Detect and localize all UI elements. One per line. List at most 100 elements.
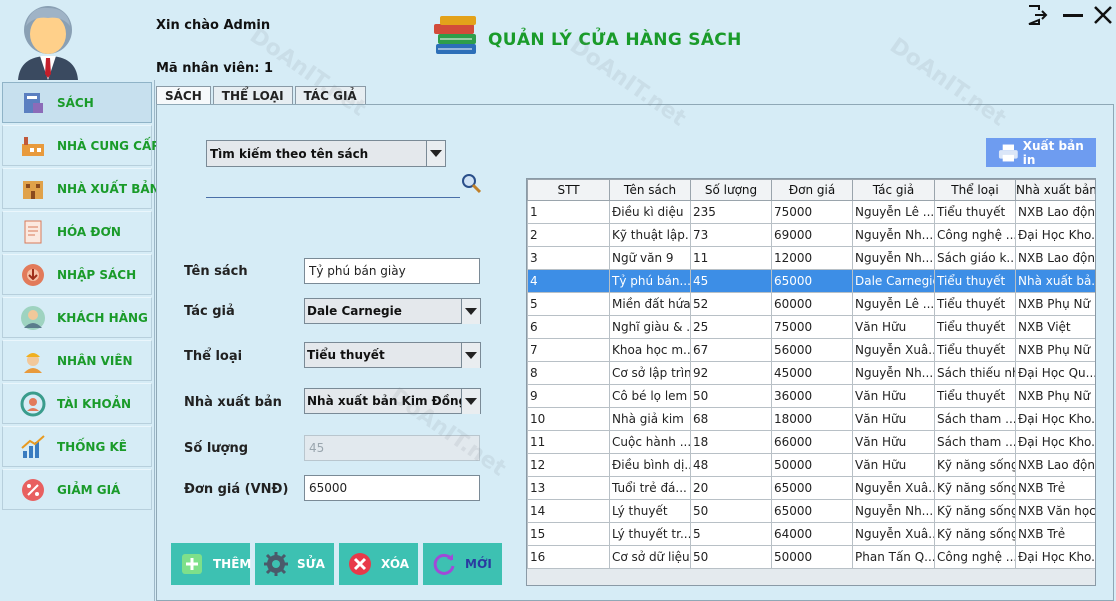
table-row[interactable]: 7 Khoa học m... 67 56000 Nguyễn Xuâ... Tiểu t…	[527, 338, 1095, 362]
table-row[interactable]: 8Cơ sở lập trình9245000Nguyễn Nh...Sách …	[527, 361, 1095, 385]
column-header[interactable]: Nhà xuất bản	[1015, 179, 1095, 201]
tab-books[interactable]: SÁCH	[156, 86, 211, 104]
table-cell: NXB Trẻ	[1015, 522, 1095, 546]
close-icon[interactable]	[1092, 4, 1114, 26]
sidebar-item-label: SÁCH	[57, 95, 94, 110]
minimize-icon[interactable]	[1062, 4, 1084, 26]
table-cell: NXB Phụ Nữ	[1015, 292, 1095, 316]
table-row[interactable]: 3 Ngữ văn 9 11 12000 Nguyễn Nh... Sách giáo k…	[527, 246, 1095, 270]
table-row[interactable]: 15 Lý thuyết tr... 5 64000 Nguyễn Xuâ... Kỹ n…	[527, 522, 1095, 546]
admin-avatar-icon	[18, 6, 78, 80]
table-row[interactable]: 11 Cuộc hành ... 18 66000 Văn Hữu Sách tham .…	[527, 430, 1095, 454]
table-row[interactable]: 9 Cô bé lọ lem 50 36000 Văn Hữu Tiểu thuyết NX…	[527, 384, 1095, 408]
refresh-icon	[433, 553, 455, 575]
price-field[interactable]	[304, 475, 480, 501]
sidebar-item-employees[interactable]: NHÂN VIÊN	[2, 340, 152, 381]
table-cell: 50	[690, 499, 772, 523]
sidebar-item-books[interactable]: SÁCH	[2, 82, 152, 123]
table-row[interactable]: 13 Tuổi trẻ đá... 20 65000 Nguyễn Xuâ... Kỹ n…	[527, 476, 1095, 500]
search-input[interactable]	[206, 174, 460, 198]
new-button[interactable]: MỚI	[423, 543, 502, 585]
sidebar-item-discounts[interactable]: GIẢM GIÁ	[2, 469, 152, 510]
chevron-down-icon[interactable]	[461, 299, 480, 324]
genre-select[interactable]: Tiểu thuyết	[304, 342, 481, 368]
table-row[interactable]: 10 Nhà giả kim 68 18000 Văn Hữu Sách tham ...…	[527, 407, 1095, 431]
sidebar-item-suppliers[interactable]: NHÀ CUNG CẤP	[2, 125, 160, 166]
column-header[interactable]: STT	[527, 179, 610, 201]
table-cell: Sách thiếu nhi	[934, 361, 1016, 385]
sidebar-item-import-books[interactable]: NHẬP SÁCH	[2, 254, 152, 295]
table-cell: 13	[527, 476, 610, 500]
table-row[interactable]: 14 Lý thuyết 50 65000 Nguyễn Nh... Kỹ năng số…	[527, 499, 1095, 523]
table-cell: Miền đất hứa	[609, 292, 691, 316]
author-select[interactable]: Dale Carnegie	[304, 298, 481, 324]
tab-bar: SÁCH THỂ LOẠI TÁC GIẢ	[156, 86, 368, 104]
table-row[interactable]: 6 Nghĩ giàu & ... 25 75000 Văn Hữu Tiểu thuyế…	[527, 315, 1095, 339]
table-row[interactable]: 1 Điều kì diệu 235 75000 Nguyễn Lê ... Tiểu t…	[527, 200, 1095, 224]
table-cell: Kỹ năng sống	[934, 499, 1016, 523]
table-cell: Tiểu thuyết	[934, 338, 1016, 362]
publisher-label: Nhà xuất bản	[184, 395, 282, 410]
sidebar-item-label: GIẢM GIÁ	[57, 482, 121, 497]
employee-icon	[24, 352, 42, 373]
price-label: Đơn giá (VNĐ)	[184, 482, 289, 497]
table-cell: 75000	[771, 315, 853, 339]
table-cell: 66000	[771, 430, 853, 454]
table-cell: 7	[527, 338, 610, 362]
column-header[interactable]: Thể loại	[934, 179, 1016, 201]
sidebar-item-accounts[interactable]: TÀI KHOẢN	[2, 383, 152, 424]
table-cell: 50	[690, 384, 772, 408]
table-cell: 50000	[771, 453, 853, 477]
table-cell: Công nghệ ...	[934, 223, 1016, 247]
table-cell: Điều kì diệu	[609, 200, 691, 224]
account-icon	[20, 391, 46, 416]
sidebar-item-customers[interactable]: KHÁCH HÀNG	[2, 297, 152, 338]
chart-icon	[21, 434, 45, 458]
publisher-select[interactable]: Nhà xuất bản Kim Đồng	[304, 388, 481, 414]
sidebar-item-invoices[interactable]: HÓA ĐƠN	[2, 211, 152, 252]
column-header[interactable]: Tác giả	[852, 179, 935, 201]
table-cell: 11	[690, 246, 772, 270]
table-row[interactable]: 5 Miền đất hứa 52 60000 Nguyễn Lê ... Tiểu th…	[527, 292, 1095, 316]
edit-button[interactable]: SỬA	[255, 543, 334, 585]
table-cell: NXB Lao động	[1015, 200, 1095, 224]
column-header[interactable]: Tên sách	[609, 179, 691, 201]
sidebar-item-statistics[interactable]: THỐNG KÊ	[2, 426, 152, 467]
sidebar-item-publishers[interactable]: NHÀ XUẤT BẢN	[2, 168, 160, 209]
table-row[interactable]: 2 Kỹ thuật lập... 73 69000 Nguyễn Nh... Công …	[527, 223, 1095, 247]
table-cell: Khoa học m...	[609, 338, 691, 362]
table-cell: Nhà giả kim	[609, 407, 691, 431]
table-row[interactable]: 4 Tỷ phú bán... 45 65000 Dale Carnegie Tiểu t…	[527, 269, 1095, 293]
search-mode-value: Tìm kiếm theo tên sách	[210, 146, 369, 161]
header: Xin chào Admin Mã nhân viên: 1 QUẢN LÝ C…	[0, 0, 1116, 80]
add-button-label: THÊM	[213, 557, 252, 571]
table-cell: 60000	[771, 292, 853, 316]
tab-authors[interactable]: TÁC GIẢ	[294, 86, 366, 104]
table-row[interactable]: 16 Cơ sở dữ liệu 50 50000 Phan Tấn Q... Công …	[527, 545, 1095, 569]
book-title-field[interactable]	[304, 258, 480, 284]
table-cell: 65000	[771, 476, 853, 500]
table-cell: Văn Hữu	[852, 315, 935, 339]
tab-genres[interactable]: THỂ LOẠI	[212, 86, 293, 104]
table-cell: 1	[527, 200, 610, 224]
chevron-down-icon[interactable]	[461, 389, 480, 414]
logout-icon[interactable]	[1026, 4, 1048, 26]
search-mode-select[interactable]: Tìm kiếm theo tên sách	[206, 140, 446, 167]
chevron-down-icon[interactable]	[426, 141, 445, 166]
sidebar-item-label: KHÁCH HÀNG	[57, 310, 148, 325]
table-cell: Dale Carnegie	[852, 269, 935, 293]
table-row[interactable]: 12 Điều bình dị... 48 50000 Văn Hữu Kỹ năng s…	[527, 453, 1095, 477]
table-cell: 50	[690, 545, 772, 569]
books-table[interactable]: STT Tên sách Số lượng Đơn giá Tác giả Thể loạ…	[526, 178, 1096, 586]
table-cell: Lý thuyết	[609, 499, 691, 523]
table-cell: 75000	[771, 200, 853, 224]
print-button[interactable]: Xuất bản in	[986, 138, 1096, 167]
add-button[interactable]: THÊM	[171, 543, 252, 585]
chevron-down-icon[interactable]	[461, 343, 480, 368]
quantity-field	[304, 435, 480, 461]
column-header[interactable]: Số lượng	[690, 179, 772, 201]
search-icon[interactable]	[460, 172, 482, 194]
delete-button[interactable]: XÓA	[339, 543, 418, 585]
table-cell: Đại Học Kho...	[1015, 407, 1095, 431]
column-header[interactable]: Đơn giá	[771, 179, 853, 201]
